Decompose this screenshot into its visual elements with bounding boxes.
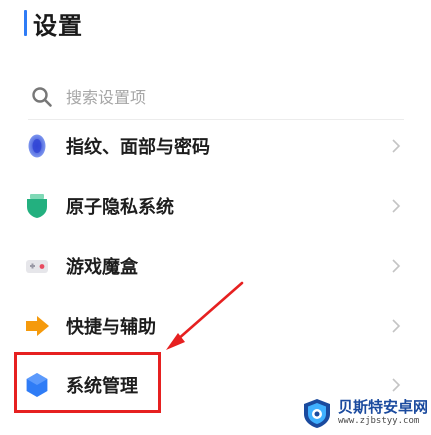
annotation-arrow-icon: [166, 281, 244, 350]
watermark: 贝斯特安卓网 www.zjbstyy.com: [300, 395, 428, 431]
watermark-logo-icon: [304, 399, 330, 428]
watermark-url: www.zjbstyy.com: [338, 416, 420, 426]
watermark-name: 贝斯特安卓网: [338, 398, 429, 416]
